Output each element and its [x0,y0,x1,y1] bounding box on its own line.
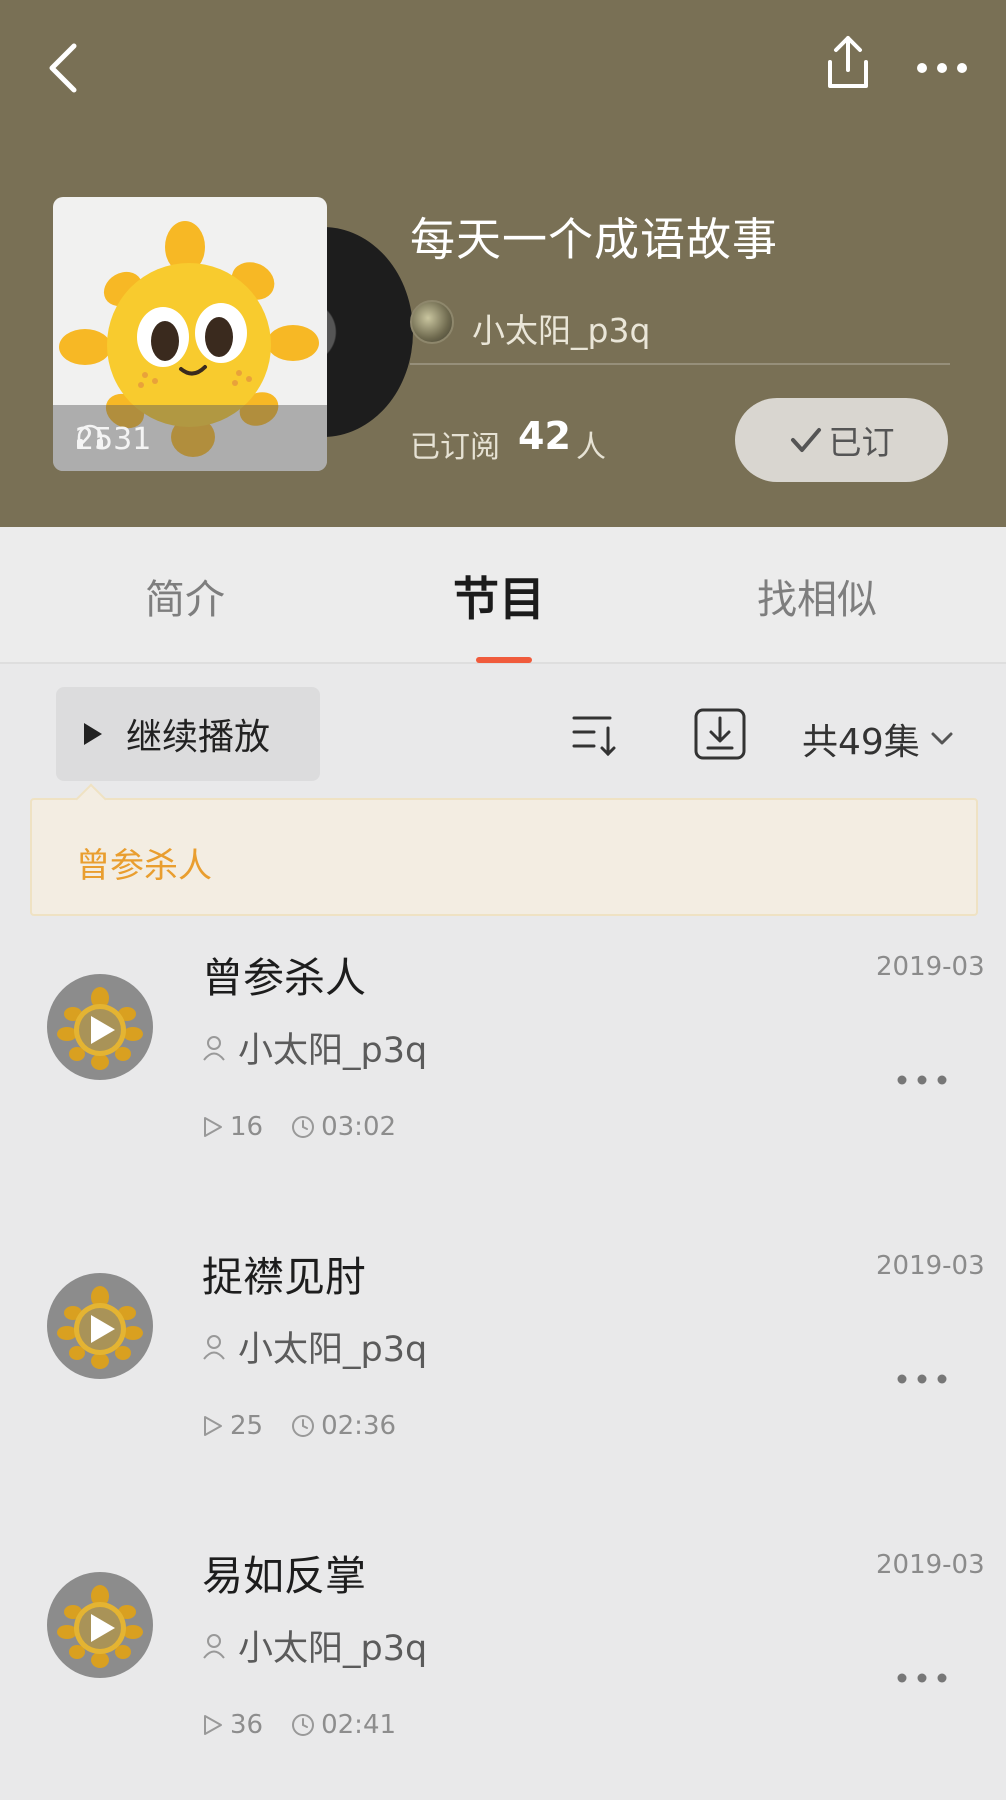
album-cover: 2531 [53,197,327,471]
episode-plays: 16 [202,1112,263,1142]
episode-thumbnail[interactable] [47,1572,153,1678]
sort-icon [572,716,616,757]
list-item[interactable]: 易如反掌 2019-03 小太阳_p3q 36 02:41 [0,1542,1006,1800]
more-horizontal-icon [917,63,967,73]
share-icon [828,36,868,88]
play-icon [84,723,102,745]
episode-author: 小太阳_p3q [202,1022,427,1073]
sun-mascot-image [57,1286,143,1369]
play-outline-icon [204,1117,222,1137]
clock-icon [292,1116,315,1138]
back-button[interactable] [40,40,90,96]
play-count: 2531 [75,422,151,457]
episode-author: 小太阳_p3q [202,1321,427,1372]
active-tab-indicator [476,657,532,663]
episode-date: 2019-03 [876,1251,985,1281]
author-avatar[interactable] [410,300,454,344]
episode-author-name: 小太阳_p3q [238,1031,428,1071]
tab-intro[interactable]: 简介 [145,567,225,625]
share-button[interactable] [818,32,878,94]
header-divider [410,363,950,365]
episode-author: 小太阳_p3q [202,1620,427,1671]
subscribe-count: 42 [518,414,571,458]
continue-play-label: 继续播放 [126,717,271,758]
chevron-left-icon [49,43,77,93]
episode-author-name: 小太阳_p3q [238,1629,428,1669]
episode-duration-value: 02:36 [321,1411,397,1441]
sun-mascot-image [57,1585,143,1668]
subscribe-unit: 人 [576,430,606,465]
author-name[interactable]: 小太阳_p3q [472,304,650,352]
episode-title[interactable]: 易如反掌 [202,1542,366,1602]
episode-stats: 36 02:41 [202,1710,424,1740]
episode-duration-value: 02:41 [321,1710,397,1740]
episode-stats: 16 03:02 [202,1112,424,1142]
album-title: 每天一个成语故事 [410,213,779,266]
user-icon [203,1035,225,1061]
episode-stats: 25 02:36 [202,1411,424,1441]
episode-duration: 02:36 [291,1411,396,1441]
more-horizontal-icon[interactable] [896,1670,948,1686]
tab-bar: 简介 节目 找相似 [0,527,1006,664]
episode-plays-value: 36 [230,1710,264,1740]
episode-date: 2019-03 [876,952,985,982]
episode-title[interactable]: 捉襟见肘 [202,1243,366,1303]
list-item[interactable]: 曾参杀人 2019-03 小太阳_p3q 16 03:02 [0,944,1006,1244]
more-button[interactable] [912,48,972,88]
headphones-icon [77,424,103,449]
episode-date: 2019-03 [876,1550,985,1580]
sun-mascot-image [57,987,143,1070]
clock-icon [292,1714,315,1736]
more-horizontal-icon[interactable] [896,1072,948,1088]
download-icon [694,708,746,760]
tab-similar[interactable]: 找相似 [757,567,877,625]
chevron-down-icon [931,732,953,745]
episode-duration: 02:41 [291,1710,396,1740]
play-outline-icon [204,1715,222,1735]
album-header: 2531 每天一个成语故事 小太阳_p3q 已订阅 42 人 已订 [0,0,1006,527]
play-outline-icon [204,1416,222,1436]
tab-programs[interactable]: 节目 [453,563,545,629]
list-item[interactable]: 捉襟见肘 2019-03 小太阳_p3q 25 02:36 [0,1243,1006,1543]
more-horizontal-icon[interactable] [896,1371,948,1387]
last-played-tip[interactable]: 曾参杀人 [30,798,978,916]
episode-plays: 25 [202,1411,263,1441]
user-icon [203,1633,225,1659]
episode-plays-value: 16 [230,1112,264,1142]
episode-title[interactable]: 曾参杀人 [202,944,366,1004]
episode-plays-value: 25 [230,1411,264,1441]
album-cover-wrap[interactable]: 2531 [53,197,413,471]
download-button[interactable] [692,706,748,762]
episode-total-selector[interactable]: 共49集 [802,713,954,765]
user-icon [203,1334,225,1360]
episode-duration: 03:02 [291,1112,396,1142]
episode-plays: 36 [202,1710,263,1740]
episode-author-name: 小太阳_p3q [238,1330,428,1370]
clock-icon [292,1415,315,1437]
episode-total-label: 共49集 [802,722,920,763]
check-icon [790,428,821,452]
last-played-title: 曾参杀人 [76,846,212,886]
episode-duration-value: 03:02 [321,1112,397,1142]
subscribe-label: 已订阅 [410,430,500,465]
continue-play-button[interactable]: 继续播放 [56,687,320,781]
subscribed-button[interactable]: 已订 [735,398,948,482]
episode-thumbnail[interactable] [47,974,153,1080]
episode-thumbnail[interactable] [47,1273,153,1379]
sort-button[interactable] [570,708,624,760]
subscribed-label: 已订 [828,423,895,462]
